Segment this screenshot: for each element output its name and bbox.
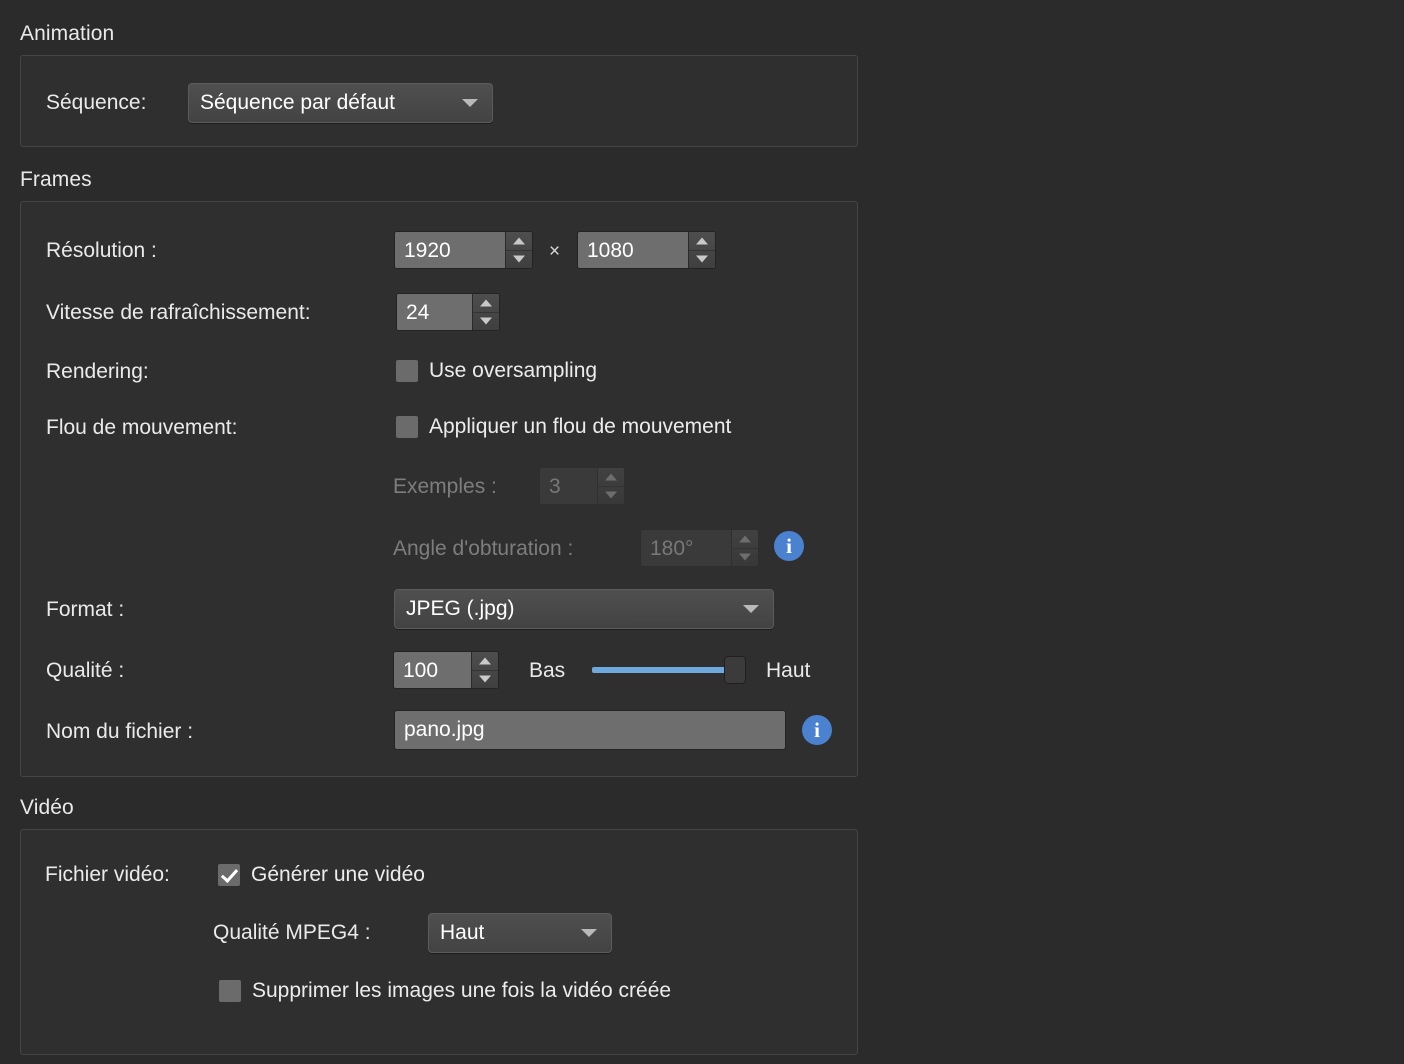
resolution-width-stepper[interactable]: 1920 (394, 231, 533, 269)
quality-high-label: Haut (766, 659, 811, 682)
resolution-width-stepper-buttons[interactable] (505, 232, 532, 268)
format-dropdown-value: JPEG (.jpg) (406, 597, 515, 620)
stepper-up-icon[interactable] (732, 530, 758, 549)
framerate-value: 24 (397, 294, 472, 330)
shutter-angle-stepper-buttons[interactable] (731, 530, 758, 566)
apply-motion-blur-checkbox-row[interactable]: Appliquer un flou de mouvement (396, 415, 731, 439)
quality-stepper-buttons[interactable] (471, 652, 498, 688)
resolution-width-value: 1920 (395, 232, 505, 268)
quality-label: Qualité : (46, 659, 125, 682)
use-oversampling-checkbox[interactable] (396, 360, 418, 382)
filename-input-value: pano.jpg (404, 718, 485, 741)
generate-video-checkbox[interactable] (218, 864, 240, 886)
quality-slider[interactable] (592, 656, 746, 684)
filename-input[interactable]: pano.jpg (394, 710, 786, 750)
stepper-down-icon[interactable] (472, 671, 498, 689)
delete-frames-label: Supprimer les images une fois la vidéo c… (252, 979, 672, 1002)
stepper-down-icon[interactable] (732, 549, 758, 567)
stepper-down-icon[interactable] (506, 251, 532, 269)
use-oversampling-label: Use oversampling (429, 359, 598, 382)
quality-slider-groove (592, 667, 740, 673)
mpeg4-quality-label: Qualité MPEG4 : (213, 921, 371, 944)
delete-frames-checkbox[interactable] (219, 980, 241, 1002)
quality-stepper[interactable]: 100 (393, 651, 499, 689)
apply-motion-blur-label: Appliquer un flou de mouvement (429, 415, 732, 438)
filename-info-icon[interactable]: i (802, 715, 832, 745)
rendering-label: Rendering: (46, 360, 149, 383)
sequence-dropdown[interactable]: Séquence par défaut (188, 83, 493, 123)
video-section-title: Vidéo (20, 796, 74, 819)
frames-section-title: Frames (20, 168, 92, 191)
motion-blur-label: Flou de mouvement: (46, 416, 238, 439)
shutter-angle-info-icon[interactable]: i (774, 531, 804, 561)
video-file-label: Fichier vidéo: (45, 863, 170, 886)
sequence-dropdown-value: Séquence par défaut (200, 91, 395, 114)
quality-low-label: Bas (529, 659, 566, 682)
generate-video-label: Générer une vidéo (251, 863, 425, 886)
framerate-label: Vitesse de rafraîchissement: (46, 301, 311, 324)
format-label: Format : (46, 598, 125, 621)
resolution-separator: × (549, 241, 561, 262)
shutter-angle-value: 180° (641, 530, 731, 566)
generate-video-checkbox-row[interactable]: Générer une vidéo (218, 863, 425, 887)
stepper-down-icon[interactable] (689, 251, 715, 269)
stepper-up-icon[interactable] (506, 232, 532, 251)
render-settings-panel: Animation Séquence: Séquence par défaut … (0, 0, 1404, 1064)
stepper-up-icon[interactable] (472, 652, 498, 671)
resolution-height-stepper-buttons[interactable] (688, 232, 715, 268)
stepper-down-icon[interactable] (473, 313, 499, 331)
apply-motion-blur-checkbox[interactable] (396, 416, 418, 438)
framerate-stepper[interactable]: 24 (396, 293, 500, 331)
resolution-height-value: 1080 (578, 232, 688, 268)
chevron-down-icon (743, 605, 759, 613)
filename-label: Nom du fichier : (46, 720, 194, 743)
chevron-down-icon (581, 929, 597, 937)
stepper-up-icon[interactable] (689, 232, 715, 251)
shutter-angle-stepper[interactable]: 180° (640, 529, 759, 567)
samples-label: Exemples : (393, 475, 497, 498)
mpeg4-quality-dropdown-value: Haut (440, 921, 485, 944)
use-oversampling-checkbox-row[interactable]: Use oversampling (396, 359, 597, 383)
format-dropdown[interactable]: JPEG (.jpg) (394, 589, 774, 629)
resolution-label: Résolution : (46, 239, 157, 262)
framerate-stepper-buttons[interactable] (472, 294, 499, 330)
stepper-up-icon[interactable] (598, 468, 624, 487)
stepper-up-icon[interactable] (473, 294, 499, 313)
sequence-label: Séquence: (46, 91, 147, 114)
animation-section-title: Animation (20, 22, 115, 45)
stepper-down-icon[interactable] (598, 487, 624, 505)
samples-value: 3 (540, 468, 597, 504)
mpeg4-quality-dropdown[interactable]: Haut (428, 913, 612, 953)
chevron-down-icon (462, 99, 478, 107)
quality-value: 100 (394, 652, 471, 688)
quality-slider-handle[interactable] (724, 656, 746, 684)
shutter-angle-label: Angle d'obturation : (393, 537, 574, 560)
resolution-height-stepper[interactable]: 1080 (577, 231, 716, 269)
samples-stepper-buttons[interactable] (597, 468, 624, 504)
samples-stepper[interactable]: 3 (539, 467, 625, 505)
delete-frames-checkbox-row[interactable]: Supprimer les images une fois la vidéo c… (219, 979, 671, 1003)
